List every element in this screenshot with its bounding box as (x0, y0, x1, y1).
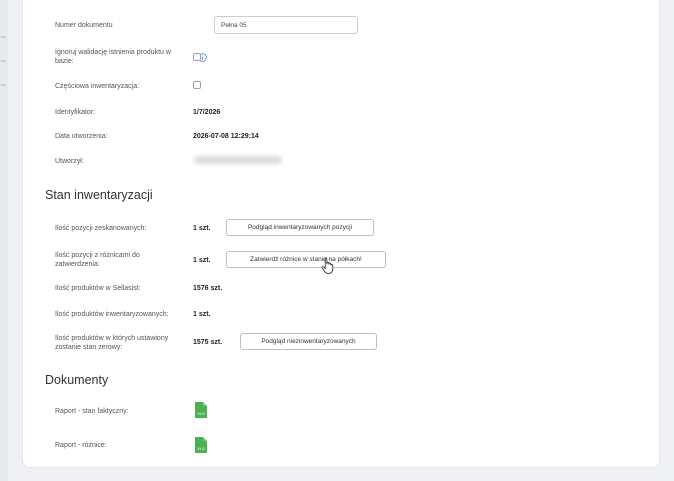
created-by-value-redacted (194, 156, 282, 164)
created-date-value: 2026-07-08 12:29:14 (193, 133, 259, 140)
scanned-value: 1 szt. (193, 225, 211, 232)
zero-stock-value: 1575 szt. (193, 339, 223, 346)
sidebar-marker (1, 84, 6, 86)
inventory-status-title: Stan inwentaryzacji (45, 188, 153, 202)
documents-title: Dokumenty (45, 373, 109, 387)
doc-number-input[interactable] (214, 16, 358, 34)
diff-value: 1 szt. (193, 257, 211, 264)
excel-file-icon[interactable]: XLS (194, 401, 208, 419)
svg-text:XLS: XLS (197, 446, 205, 451)
sidebar-marker (1, 60, 6, 62)
created-date-label: Data utworzenia: (55, 133, 108, 140)
preview-uninventoried-button[interactable]: Podgląd niezinwentaryzowanych (240, 333, 377, 350)
created-by-label: Utworzył: (55, 158, 84, 165)
hand-pointer-icon (321, 257, 334, 274)
sidebar-marker (1, 36, 6, 38)
excel-file-icon[interactable]: XLS (194, 436, 208, 454)
products-inventoried-label: Ilość produktów inwentaryzowanych: (55, 311, 169, 318)
identifier-value: 1/7/2026 (193, 109, 221, 116)
ignore-validation-label: Ignoruj walidację istnienia produktu w b… (55, 49, 171, 65)
products-total-value: 1576 szt. (193, 285, 223, 292)
report-diff-label: Raport - różnice: (55, 442, 107, 449)
preview-inventoried-button[interactable]: Podgląd inwentaryzowanych pozycji (226, 219, 374, 236)
scanned-label: Ilość pozycji zeskanowanych: (55, 225, 147, 232)
approve-differences-button[interactable]: Zatwierdź różnice w stanie na półkach! (226, 251, 386, 268)
left-sidebar-edge (0, 0, 8, 481)
inventory-details-card: Numer dokumentu Ignoruj walidację istnie… (22, 0, 660, 468)
report-actual-label: Raport - stan faktyczny: (55, 408, 129, 415)
svg-text:XLS: XLS (197, 411, 205, 416)
products-inventoried-value: 1 szt. (193, 311, 211, 318)
partial-inventory-label: Częściowa inwentaryzacja: (55, 83, 140, 90)
doc-number-label: Numer dokumentu (55, 22, 113, 29)
diff-label: Ilość pozycji z różnicami do zatwierdzen… (55, 252, 140, 268)
ignore-validation-checkbox[interactable] (193, 53, 201, 61)
partial-inventory-checkbox[interactable] (193, 81, 201, 89)
identifier-label: Identyfikator: (55, 109, 96, 116)
zero-stock-label: Ilość produktów w których ustawiony zost… (55, 335, 169, 351)
products-total-label: Ilość produktów w Sellasist: (55, 285, 141, 292)
